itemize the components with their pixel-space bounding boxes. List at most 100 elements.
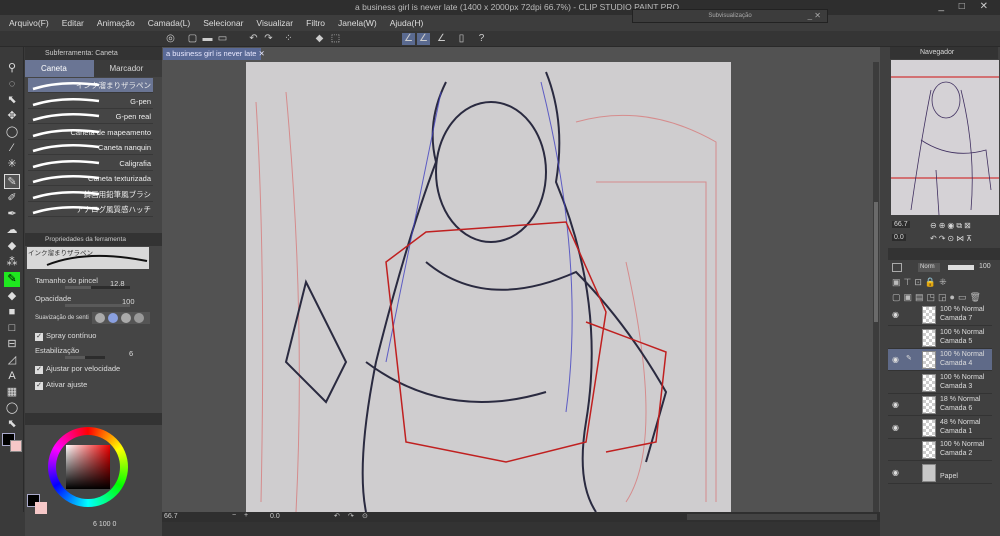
menu-select[interactable]: Selecionar [203,18,243,28]
brush-item[interactable]: Caligrafia [28,156,153,171]
menu-file[interactable]: Arquivo(F) [9,18,49,28]
tab-marcador[interactable]: Marcador [93,60,162,77]
spray-checkbox[interactable]: ✓ Spray contínuo [35,331,96,341]
navigator-zoom-buttons[interactable]: ⊖⊕◉⧉⊠ [930,221,973,231]
canvas-tab[interactable]: a business girl is never late ✕ [163,48,265,60]
menu-view[interactable]: Visualizar [256,18,293,28]
layer-action-icons[interactable]: ▢▣▤◳◲●▭🗑 [892,292,984,303]
transform-icon[interactable]: ⬚ [329,33,342,45]
snap-ruler-icon[interactable]: ∠ [402,33,415,45]
menu-animation[interactable]: Animação [97,18,135,28]
layer-row[interactable]: ◉ Papel [888,462,992,484]
correct-line-tool-icon[interactable]: ⬉ [4,417,20,432]
layer-row[interactable]: ◉ 18 % Normal Camada 6 [888,394,992,416]
color-panel-tabs[interactable] [25,413,162,425]
eyedropper-tool-icon[interactable]: ⁄ [4,141,20,156]
new-file-icon[interactable]: ▢ [186,33,199,45]
brush-item[interactable]: G-pen [28,94,153,109]
zoom-tool-icon[interactable]: ⚲ [4,61,20,76]
layer-row[interactable]: ◉ 48 % Normal Camada 1 [888,417,992,439]
brush-item[interactable]: Caneta nanquin [28,140,153,155]
menu-help[interactable]: Ajuda(H) [390,18,424,28]
lasso-tool-icon[interactable]: ◯ [4,125,20,140]
brush-item[interactable]: Caneta de mapeamento [28,125,153,140]
tab-navigator[interactable]: Navegador [890,47,998,59]
magic-wand-icon[interactable]: ✳ [4,157,20,172]
angle-readout[interactable]: 0.0 [270,513,280,520]
zoom-in-button[interactable]: + [244,512,248,519]
fill-tool-icon[interactable]: ◆ [4,289,20,304]
color-sub-swatch[interactable] [35,502,47,514]
subview-close-button[interactable]: _ ✕ [808,10,821,22]
eye-icon[interactable]: ◉ [892,400,899,409]
layer-opacity-slider[interactable] [948,265,974,270]
navigator-rotate-buttons[interactable]: ↶↷⊙⋈⊼ [930,234,974,243]
snap-special-ruler-icon[interactable]: ∠ [417,33,430,45]
brush-item[interactable]: インク溜まりザラペン [28,78,153,93]
stabilization-value[interactable]: 6 [129,349,133,358]
undo-icon[interactable]: ↶ [247,33,260,45]
ruler-tool-icon[interactable]: ◿ [4,353,20,368]
rotate-right-button[interactable]: ↷ [348,512,354,520]
menu-filter[interactable]: Filtro [306,18,325,28]
rotate-left-button[interactable]: ↶ [334,512,340,520]
reset-rotation-button[interactable]: ⊙ [362,512,368,520]
figure-tool-icon[interactable]: □ [4,321,20,336]
horizontal-scrollbar[interactable] [687,514,877,520]
antialias-selector[interactable] [92,312,150,324]
brush-item[interactable]: アナログ風質感ハッチ [28,202,153,217]
layer-color-box[interactable] [892,263,902,272]
eye-icon[interactable]: ◉ [892,468,899,477]
opacity-slider[interactable] [65,304,130,307]
layer-row[interactable]: ◉ ✎ 100 % Normal Camada 4 [888,349,992,371]
menu-layer[interactable]: Camada(L) [148,18,191,28]
pencil-tool-icon[interactable]: ✐ [4,191,20,206]
layer-opacity-value[interactable]: 100 [979,263,991,270]
navigator-preview[interactable] [891,60,999,215]
speech-balloon-icon[interactable]: ◯ [4,401,20,416]
frame-tool-icon[interactable]: ⊟ [4,337,20,352]
layer-row[interactable]: 100 % Normal Camada 2 [888,439,992,461]
balloon-tool-icon[interactable]: ▦ [4,385,20,400]
navigator-zoom[interactable]: 66.7 [892,221,910,228]
layer-row[interactable]: ◉ 100 % Normal Camada 7 [888,304,992,326]
eye-icon[interactable]: ◉ [892,423,899,432]
brush-item[interactable]: 鋳画用鉛筆風ブラシ [28,187,153,202]
saturation-value-square[interactable] [66,445,110,489]
layer-lock-icons[interactable]: ▣⊤⊡🔒⁜ [892,277,950,288]
operation-tool-icon[interactable]: ◌ [4,77,20,92]
menu-edit[interactable]: Editar [62,18,84,28]
brush-size-slider[interactable] [65,286,130,289]
layer-panel-tabs[interactable] [888,248,1000,260]
layer-row[interactable]: 100 % Normal Camada 5 [888,327,992,349]
speed-checkbox[interactable]: ✓ Ajustar por velocidade [35,364,120,374]
window-controls[interactable]: _ □ ✕ [938,1,994,12]
clip-studio-icon[interactable]: ◎ [164,33,177,45]
fill-icon[interactable]: ◆ [313,33,326,45]
brush-item[interactable]: G-pen real [28,109,153,124]
stabilization-slider[interactable] [65,356,105,359]
eye-icon[interactable]: ◉ [892,355,899,364]
eraser-tool-icon[interactable]: ◆ [4,239,20,254]
tab-caneta[interactable]: Caneta [25,60,94,77]
blend-mode-select[interactable]: Norm [918,263,940,272]
vertical-scrollbar[interactable] [873,62,879,512]
navigator-angle[interactable]: 0.0 [892,234,906,241]
sub-color-swatch[interactable] [10,440,22,452]
help-icon[interactable]: ? [475,33,488,45]
redo-icon[interactable]: ↷ [262,33,275,45]
drawing-canvas[interactable] [246,62,731,512]
menu-window[interactable]: Janela(W) [338,18,377,28]
brush-tool-icon[interactable]: ✒ [4,207,20,222]
blend-tool-icon[interactable]: ✎ [4,272,20,287]
snap-grid-icon[interactable]: ∠ [435,33,448,45]
move-tool-icon[interactable]: ✥ [4,109,20,124]
text-tool-icon[interactable]: A [4,369,20,384]
deselect-icon[interactable]: ⁘ [282,33,295,45]
open-folder-icon[interactable]: ▬ [201,33,214,45]
gradient-tool-icon[interactable]: ■ [4,305,20,320]
pen-tool-icon[interactable]: ✎ [4,174,20,189]
device-icon[interactable]: ▯ [455,33,468,45]
object-tool-icon[interactable]: ⬉ [4,93,20,108]
color-wheel[interactable] [48,427,128,507]
